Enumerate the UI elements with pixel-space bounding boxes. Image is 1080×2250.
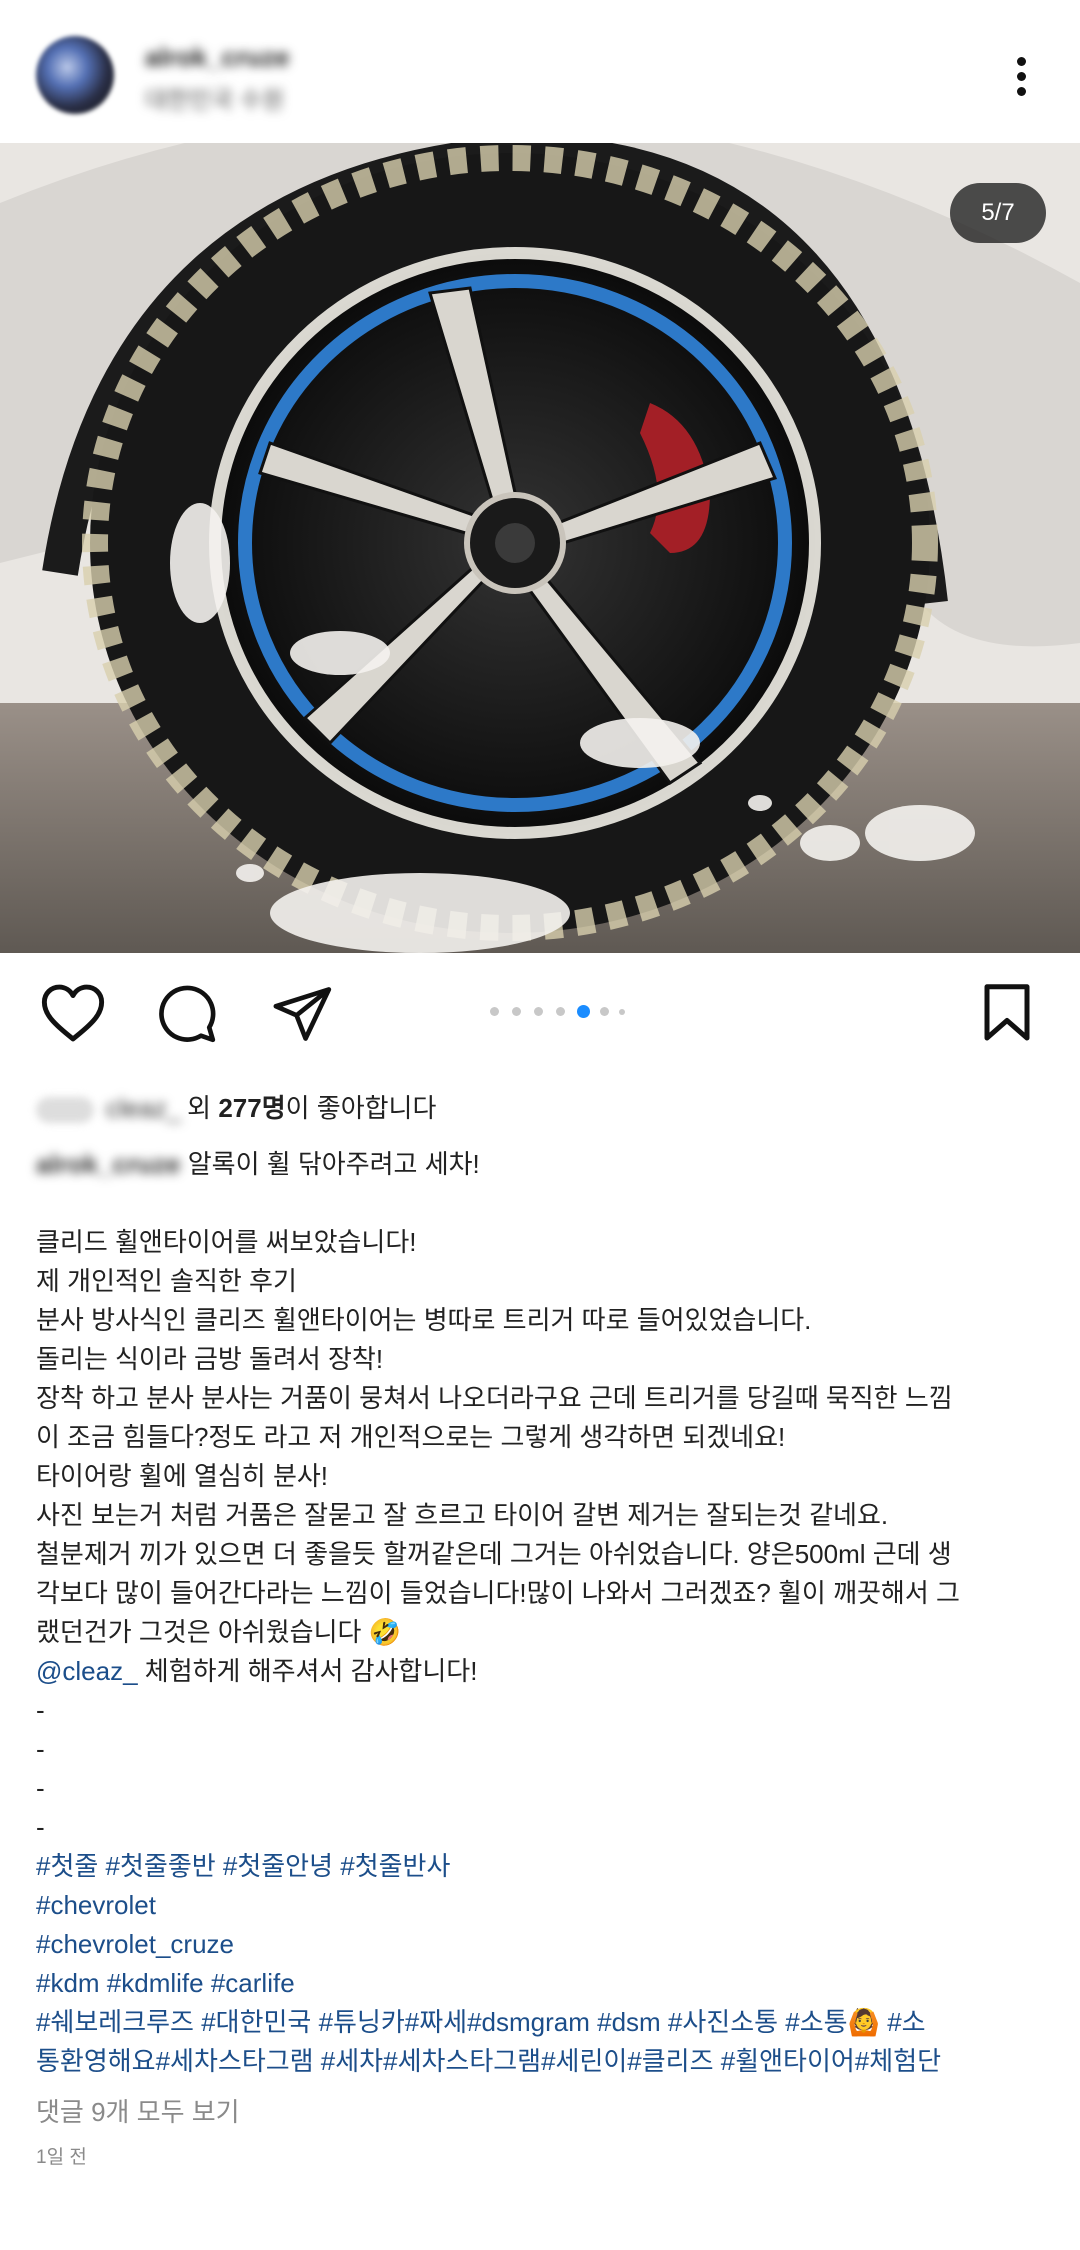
post-photo[interactable]: [0, 143, 1080, 953]
username[interactable]: alrok_cruze: [145, 42, 290, 73]
carousel-dot: [534, 1007, 543, 1016]
wheel-photo-image: [0, 143, 1080, 953]
post-caption: alrok_cruze 알록이 휠 닦아주려고 세차! 클리드 휠앤타이어를 써…: [36, 1145, 1046, 2081]
likes-summary[interactable]: cleaz_ 외 277명이 좋아합니다: [36, 1088, 436, 1125]
likes-count[interactable]: 277명: [218, 1093, 285, 1123]
caption-line: 각보다 많이 들어간다라는 느낌이 들었습니다!많이 나와서 그러겠죠? 휠이 …: [36, 1578, 960, 1608]
heart-icon[interactable]: [40, 983, 106, 1043]
caption-dash: -: [36, 1812, 45, 1842]
hashtag-line[interactable]: #kdm #kdmlife #carlife: [36, 1964, 1046, 2003]
caption-line: 타이어랑 휠에 열심히 분사!: [36, 1461, 329, 1491]
liker-avatar: [36, 1097, 94, 1124]
carousel-dot: [490, 1007, 499, 1016]
post-timestamp: 1일 전: [36, 2147, 87, 2168]
caption-line: 장착 하고 분사 분사는 거품이 뭉쳐서 나오더라구요 근데 트리거를 당길때 …: [36, 1383, 953, 1413]
location[interactable]: 대한민국 수원: [145, 80, 284, 115]
caption-dash: -: [36, 1734, 45, 1764]
caption-line: 이 조금 힘들다?정도 라고 저 개인적으로는 그렇게 생각하면 되겠네요!: [36, 1422, 786, 1452]
bookmark-icon[interactable]: [982, 983, 1032, 1043]
caption-line: 돌리는 식이라 금방 돌려서 장착!: [36, 1344, 384, 1374]
caption-username[interactable]: alrok_cruze: [36, 1149, 181, 1179]
hashtag-line[interactable]: #첫줄 #첫줄좋반 #첫줄안녕 #첫줄반사: [36, 1847, 1046, 1886]
image-counter: 5/7: [950, 183, 1046, 243]
caption-line: 철분제거 끼가 있으면 더 좋을듯 할꺼같은데 그거는 아쉬었습니다. 양은50…: [36, 1539, 952, 1569]
carousel-dot-active: [577, 1005, 590, 1018]
caption-dash: -: [36, 1695, 45, 1725]
more-options-icon[interactable]: [1004, 55, 1040, 99]
hashtag-line[interactable]: #chevrolet: [36, 1886, 1046, 1925]
carousel-dot: [619, 1009, 625, 1015]
comment-icon[interactable]: [156, 983, 218, 1045]
caption-line: 사진 보는거 처럼 거품은 잘묻고 잘 흐르고 타이어 갈변 제거는 잘되는것 …: [36, 1500, 889, 1530]
carousel-dot: [512, 1007, 521, 1016]
avatar[interactable]: [36, 36, 114, 114]
liker-username[interactable]: cleaz_: [106, 1093, 181, 1123]
caption-line: 랬던건가 그것은 아쉬웠습니다 🤣: [36, 1617, 402, 1647]
hashtag-line[interactable]: 통환영해요#세차스타그램 #세차#세차스타그램#세린이#클리즈 #휠앤타이어#체…: [36, 2042, 1046, 2081]
caption-dash: -: [36, 1773, 45, 1803]
caption-line: 제 개인적인 솔직한 후기: [36, 1266, 297, 1296]
caption-line: 클리드 휠앤타이어를 써보았습니다!: [36, 1227, 417, 1257]
hashtag-line[interactable]: #쉐보레크루즈 #대한민국 #튜닝카#짜세#dsmgram #dsm #사진소통…: [36, 2003, 1046, 2042]
caption-line: 분사 방사식인 클리즈 휠앤타이어는 병따로 트리거 따로 들어있었습니다.: [36, 1305, 812, 1335]
view-all-comments-link[interactable]: 댓글 9개 모두 보기: [36, 2092, 240, 2129]
post-header: alrok_cruze 대한민국 수원: [0, 0, 1080, 143]
carousel-dot: [556, 1007, 565, 1016]
carousel-dot: [600, 1007, 609, 1016]
hashtag-line[interactable]: #chevrolet_cruze: [36, 1925, 1046, 1964]
mention-link[interactable]: @cleaz_: [36, 1656, 138, 1686]
send-icon[interactable]: [272, 985, 334, 1043]
